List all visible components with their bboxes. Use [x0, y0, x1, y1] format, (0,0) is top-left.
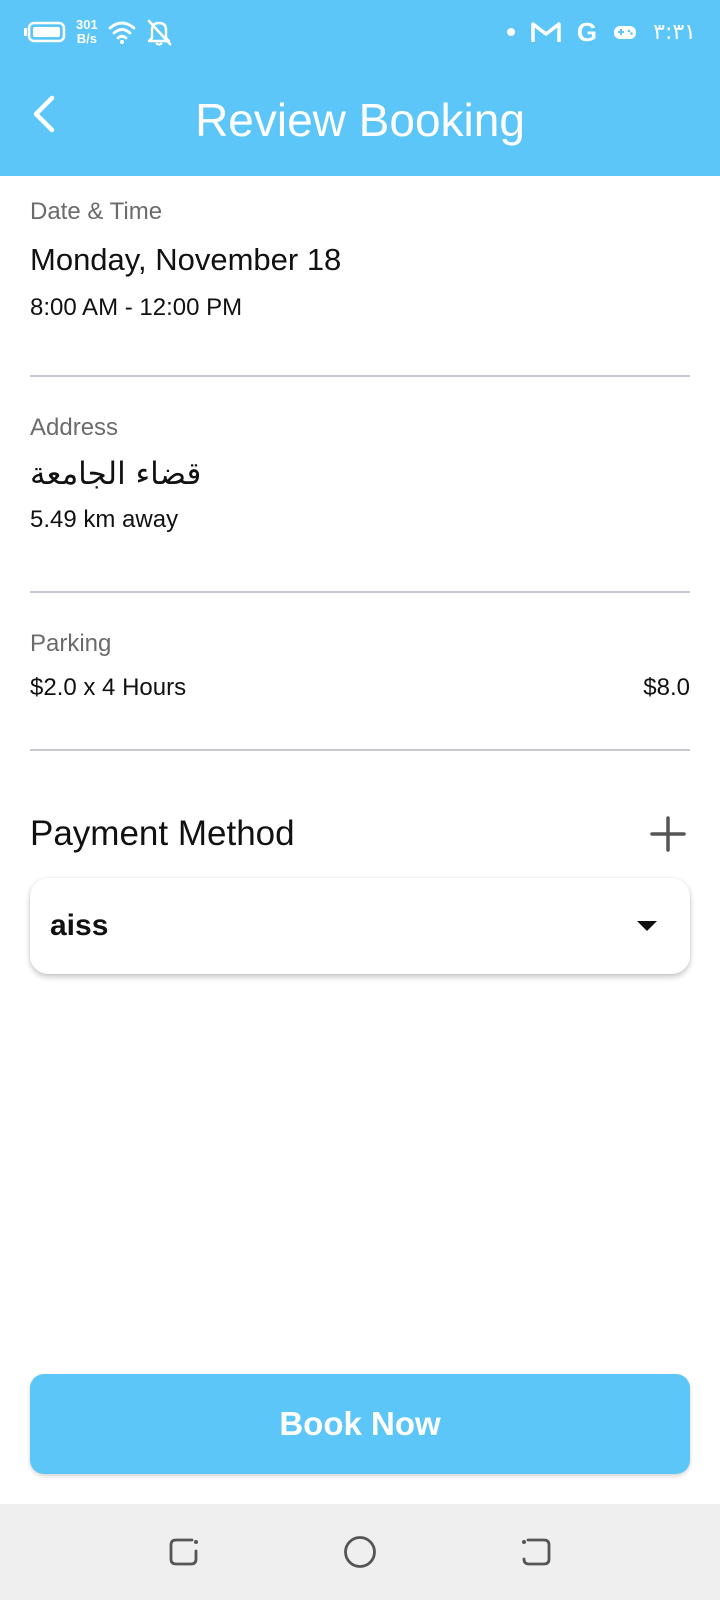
game-icon	[614, 26, 637, 39]
home-button[interactable]	[342, 1534, 378, 1570]
google-icon: G	[576, 17, 598, 47]
address-distance: 5.49 km away	[30, 506, 179, 533]
divider	[30, 375, 690, 377]
payment-method-title: Payment Method	[30, 814, 295, 853]
toolbar: Review Booking	[0, 64, 720, 176]
notifications-off-icon	[147, 19, 172, 46]
parking-row: $2.0 x 4 Hours $8.0	[30, 674, 690, 702]
date-time-section: Date & Time Monday, November 18 8:00 AM …	[30, 198, 690, 322]
status-time: ٣:٣١	[653, 19, 696, 45]
page-title: Review Booking	[195, 94, 525, 146]
payment-method-selected: aiss	[50, 909, 109, 942]
book-now-button[interactable]: Book Now	[30, 1374, 690, 1474]
network-speed-unit: B/s	[76, 31, 97, 46]
booking-time-range: 8:00 AM - 12:00 PM	[30, 294, 243, 321]
payment-method-header: Payment Method	[30, 806, 690, 862]
divider	[30, 749, 690, 751]
address-section: Address قضاء الجامعة 5.49 km away	[30, 414, 690, 534]
parking-section: Parking $2.0 x 4 Hours $8.0	[30, 630, 690, 702]
dot-icon	[506, 28, 515, 36]
network-speed-value: 301	[76, 17, 98, 32]
booking-date: Monday, November 18	[30, 242, 342, 277]
recent-apps-button[interactable]	[166, 1534, 202, 1570]
add-payment-button[interactable]	[646, 812, 690, 856]
gmail-icon	[531, 22, 561, 42]
battery-icon	[24, 21, 66, 43]
system-nav-bar	[0, 1504, 720, 1600]
payment-method-dropdown[interactable]: aiss	[30, 878, 690, 974]
dropdown-arrow-icon	[637, 921, 657, 931]
plus-icon	[650, 816, 686, 852]
status-bar: 301 B/s G ٣:٣١	[0, 0, 720, 64]
date-time-label: Date & Time	[30, 198, 163, 225]
status-right: G ٣:٣١	[506, 16, 696, 48]
back-nav-button[interactable]	[518, 1534, 554, 1570]
wifi-icon	[108, 21, 136, 44]
status-left: 301 B/s	[24, 16, 172, 48]
app-bar: 301 B/s G ٣:٣١ Review Booking	[0, 0, 720, 176]
address-name: قضاء الجامعة	[30, 456, 202, 492]
network-speed: 301 B/s	[76, 18, 98, 46]
parking-total: $8.0	[643, 674, 690, 701]
divider	[30, 591, 690, 593]
address-label: Address	[30, 414, 119, 441]
parking-label: Parking	[30, 630, 112, 657]
recent-apps-icon	[169, 1538, 198, 1566]
home-icon	[344, 1536, 376, 1568]
parking-rate: $2.0 x 4 Hours	[30, 674, 187, 701]
back-icon	[522, 1538, 551, 1566]
